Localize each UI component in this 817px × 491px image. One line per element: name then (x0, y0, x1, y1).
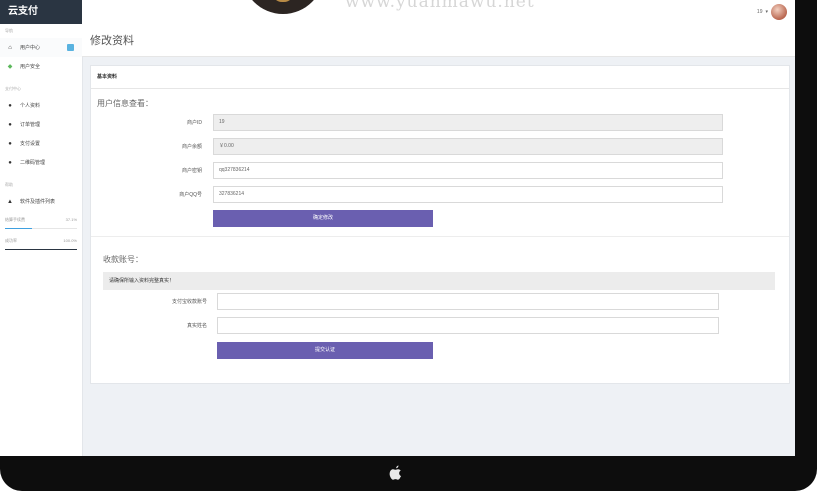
balance-field: ￥0.00 (213, 138, 723, 155)
nav-section-label: 帮助 (5, 182, 13, 187)
gear-icon: ● (8, 140, 12, 147)
list-icon: ● (8, 121, 12, 128)
merchant-id-field: 19 (213, 114, 723, 131)
real-name-field[interactable] (217, 317, 719, 334)
progress-value: 37.1% (65, 217, 77, 222)
nav-section-label: 导航 (5, 28, 13, 33)
progress-bar (5, 249, 77, 250)
nav-section-label: 支付中心 (5, 86, 21, 91)
shield-icon: ◆ (7, 64, 13, 70)
save-button[interactable]: 确定修改 (213, 210, 433, 227)
progress-label: 成功率 (5, 238, 17, 243)
progress-bar (5, 228, 77, 229)
watermark-text: www.yuanmawu.net (345, 0, 535, 12)
section-divider (91, 236, 789, 237)
sidebar-item-profile[interactable]: ● 个人资料 (0, 96, 82, 115)
sidebar-item-label: 用户中心 (20, 45, 41, 51)
sidebar-item-label: 二维码管理 (20, 160, 46, 166)
user-icon: ● (8, 102, 12, 109)
form-label: 商户密钥 (181, 168, 202, 174)
sidebar-item-orders[interactable]: ● 订单管理 (0, 115, 82, 134)
form-label: 商户QQ号 (179, 192, 202, 198)
form-label: 商户ID (186, 120, 202, 126)
avatar (771, 4, 787, 20)
screen: 云支付 导航 ⌂ 用户中心 ◆ 用户安全 支付中心 ● 个人资料 ● 订单管理 … (0, 0, 795, 456)
sidebar-item-user-security[interactable]: ◆ 用户安全 (0, 57, 82, 76)
sidebar: 云支付 导航 ⌂ 用户中心 ◆ 用户安全 支付中心 ● 个人资料 ● 订单管理 … (0, 0, 83, 456)
progress-label: 结算手续费 (5, 217, 25, 222)
section-title-user: 用户信息查看： (97, 99, 153, 108)
sidebar-item-label: 支付设置 (20, 141, 41, 147)
progress-fill (5, 228, 32, 229)
form-label: 真实姓名 (186, 323, 207, 329)
sidebar-item-label: 软件及插件列表 (20, 199, 56, 205)
sidebar-item-label: 订单管理 (20, 122, 41, 128)
page-title: 修改资料 (90, 35, 134, 47)
sidebar-item-label: 用户安全 (20, 64, 41, 70)
brand-title: 云支付 (0, 0, 82, 24)
alipay-account-field[interactable] (217, 293, 719, 310)
profile-card: 基本资料 用户信息查看： 商户ID 19 商户余额 ￥0.00 商户密钥 qq3… (90, 65, 790, 384)
submit-verify-button[interactable]: 提交认证 (217, 342, 433, 359)
download-icon: ▲ (7, 198, 13, 205)
merchant-key-field[interactable]: qq327836214 (213, 162, 723, 179)
page-header: 修改资料 (82, 24, 795, 57)
badge-icon (67, 44, 74, 51)
card-header: 基本资料 (91, 66, 789, 89)
home-icon: ⌂ (8, 44, 12, 51)
sidebar-item-label: 个人资料 (20, 103, 41, 109)
notice-bar: 请确保所输入资料完整真实！ (103, 272, 775, 290)
form-label: 商户余额 (181, 144, 202, 150)
sidebar-item-user-center[interactable]: ⌂ 用户中心 (0, 38, 82, 57)
sidebar-item-software[interactable]: ▲ 软件及插件列表 (0, 192, 82, 211)
form-label: 支付宝收款账号 (171, 299, 207, 305)
apple-logo-icon (389, 465, 402, 480)
qq-field[interactable]: 327836214 (213, 186, 723, 203)
user-menu[interactable]: 19 ▾ (757, 4, 787, 20)
chevron-down-icon: ▾ (765, 9, 768, 15)
stats-progress: 结算手续费 37.1% 成功率 100.0% (0, 217, 82, 250)
sidebar-item-pay-settings[interactable]: ● 支付设置 (0, 134, 82, 153)
user-id: 19 (756, 9, 763, 15)
progress-value: 100.0% (63, 238, 77, 243)
qr-icon: ● (8, 159, 12, 166)
section-title-settle: 收款账号： (103, 255, 143, 264)
sidebar-item-qrcode[interactable]: ● 二维码管理 (0, 153, 82, 172)
progress-fill (5, 249, 77, 250)
